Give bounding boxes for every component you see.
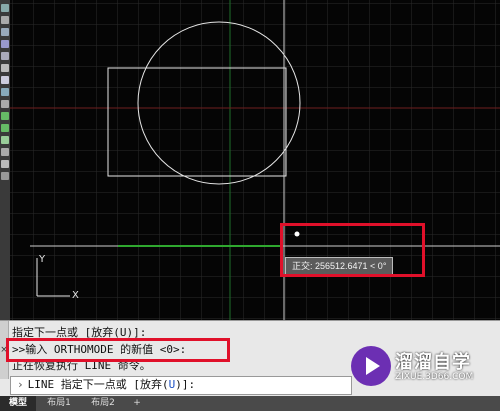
misc-tool-icon[interactable]: [1, 172, 9, 180]
table-tool-icon[interactable]: [1, 148, 9, 156]
insert-block-icon[interactable]: [1, 100, 9, 108]
point-tool-icon[interactable]: [1, 112, 9, 120]
rectangle-tool-icon[interactable]: [1, 52, 9, 60]
highlight-box-command: [6, 338, 230, 362]
arc-tool-icon[interactable]: [1, 40, 9, 48]
polygon-tool-icon[interactable]: [1, 64, 9, 72]
prompt-text: LINE 指定下一点或 [放弃(: [27, 378, 169, 391]
highlight-box-tooltip: [280, 223, 425, 277]
hatch-tool-icon[interactable]: [1, 124, 9, 132]
drawing-canvas[interactable]: Y X: [10, 0, 500, 320]
watermark-title: 溜溜自学: [395, 352, 471, 373]
spline-tool-icon[interactable]: [1, 88, 9, 96]
watermark: 溜溜自学 ZIXUE.3D66.COM: [351, 346, 499, 402]
text-tool-icon[interactable]: [1, 160, 9, 168]
ucs-x-label: X: [72, 290, 79, 301]
command-input[interactable]: › LINE 指定下一点或 [放弃(U)]:: [10, 376, 352, 395]
tab-layout2[interactable]: 布局2: [84, 396, 122, 411]
tab-layout1[interactable]: 布局1: [40, 396, 78, 411]
ellipse-tool-icon[interactable]: [1, 76, 9, 84]
prompt-text-end: )]:: [175, 378, 196, 391]
line-tool-icon[interactable]: [1, 4, 9, 12]
add-layout-button[interactable]: +: [128, 396, 146, 411]
circle-tool-icon[interactable]: [1, 28, 9, 36]
region-tool-icon[interactable]: [1, 136, 9, 144]
drawing-svg: Y X: [10, 0, 500, 320]
play-logo-icon: [351, 346, 391, 386]
polyline-tool-icon[interactable]: [1, 16, 9, 24]
tab-model[interactable]: 模型: [0, 396, 36, 411]
watermark-url: ZIXUE.3D66.COM: [395, 372, 474, 382]
ucs-y-label: Y: [38, 254, 46, 265]
grid: [10, 0, 500, 320]
prompt-chevron-icon: ›: [17, 378, 24, 391]
